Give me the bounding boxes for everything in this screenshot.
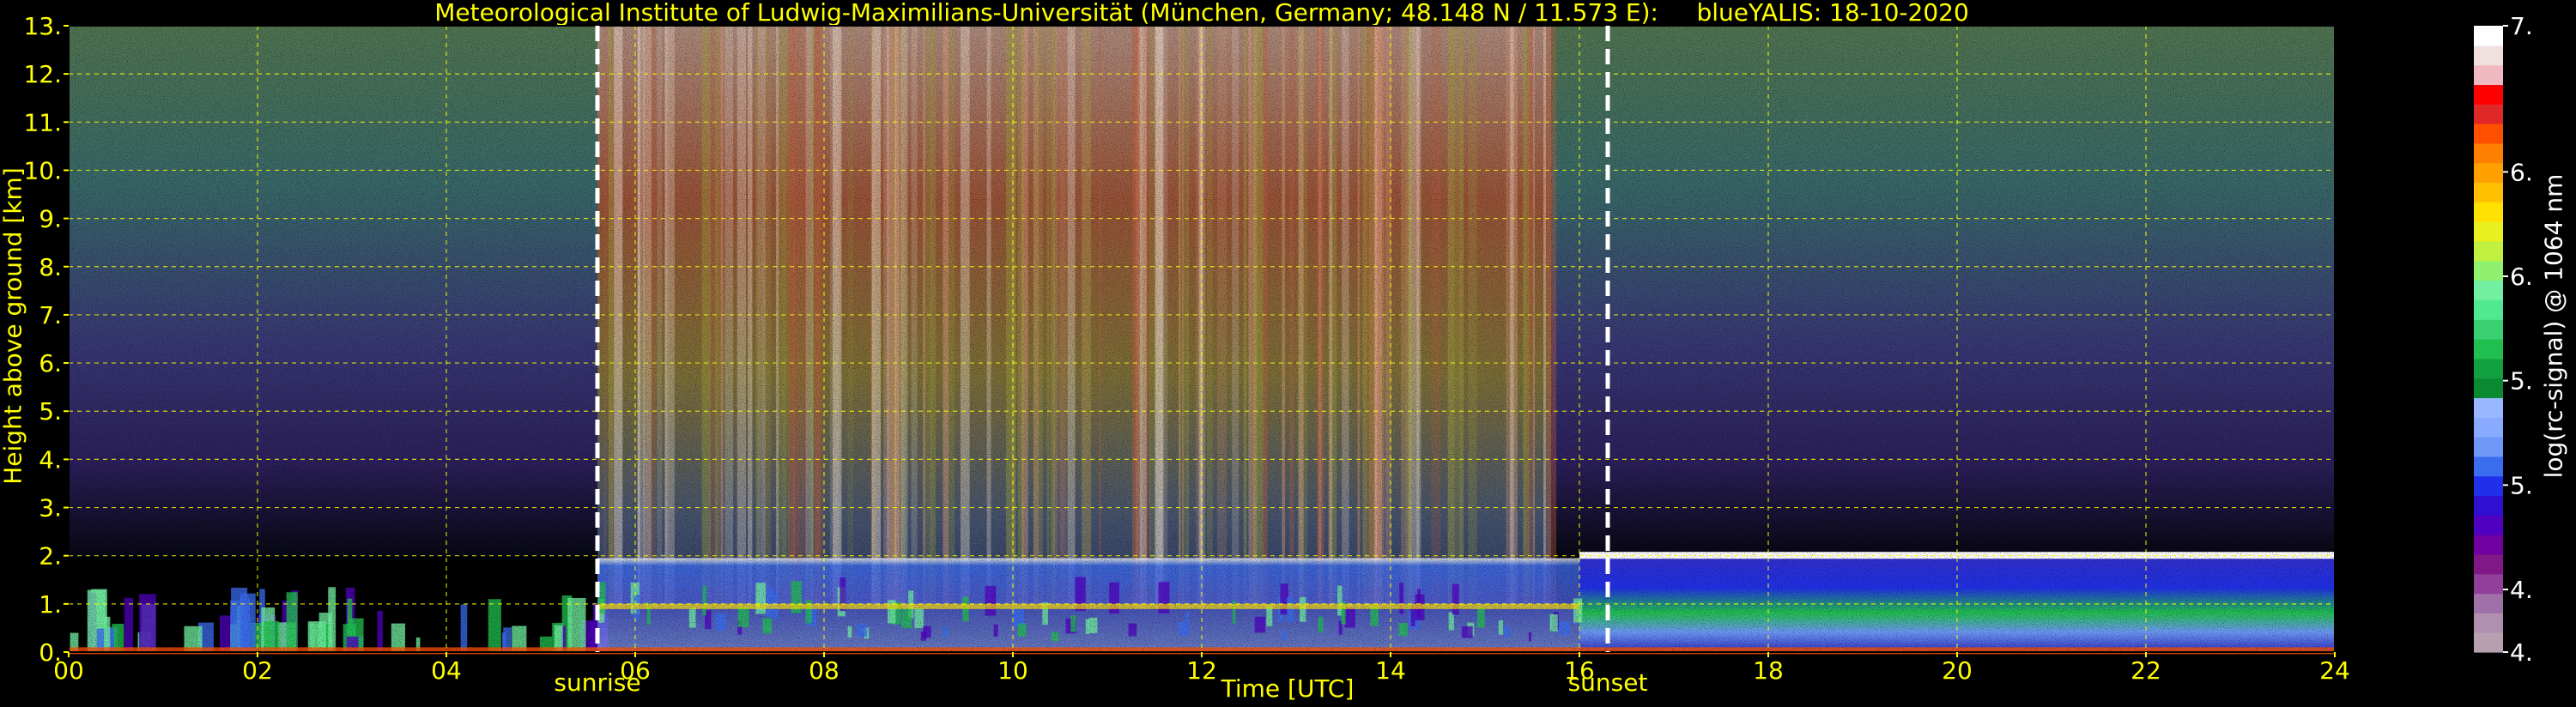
colorbar-tick-label: 6.0 bbox=[2510, 263, 2532, 291]
colorbar-step bbox=[2474, 64, 2503, 86]
colorbar-step bbox=[2474, 437, 2503, 457]
y-axis-label-text: Height above ground [km] bbox=[0, 167, 27, 485]
colorbar-ticks: 4.2 4.5 5.0 5.5 6.0 6.5 7.2 bbox=[2503, 12, 2532, 667]
x-axis-label: Time [UTC] bbox=[1221, 674, 1355, 703]
y-tick-label: 13. bbox=[23, 12, 62, 40]
colorbar-step bbox=[2474, 339, 2503, 360]
y-tick-label: 9. bbox=[39, 205, 62, 233]
colorbar-step bbox=[2474, 299, 2503, 320]
colorbar-steps bbox=[2474, 26, 2503, 653]
y-tick-label: 8. bbox=[39, 253, 62, 281]
colorbar-step bbox=[2474, 456, 2503, 477]
y-tick-label: 2. bbox=[39, 542, 62, 571]
y-tick-label: 1. bbox=[39, 590, 62, 619]
colorbar-step bbox=[2474, 535, 2503, 555]
y-tick-label: 10. bbox=[23, 156, 62, 184]
colorbar-tick-label: 4.2 bbox=[2510, 638, 2532, 667]
colorbar-step bbox=[2474, 182, 2503, 202]
colorbar-step bbox=[2474, 162, 2503, 184]
colorbar-tick-label: 5.5 bbox=[2510, 367, 2532, 396]
colorbar-label-text: log(rc-signal) @ 1064 nm bbox=[2539, 173, 2568, 479]
colorbar-step bbox=[2474, 202, 2503, 222]
y-tick-label: 11. bbox=[23, 108, 62, 136]
colorbar-step bbox=[2474, 515, 2503, 535]
colorbar-label: log(rc-signal) @ 1064 nm bbox=[2532, 0, 2575, 707]
y-tick-label: 0. bbox=[39, 638, 62, 667]
colorbar-step bbox=[2474, 475, 2503, 497]
colorbar-step bbox=[2474, 378, 2503, 399]
colorbar-step bbox=[2474, 613, 2503, 633]
x-tick-label: 22 bbox=[2131, 656, 2161, 685]
colorbar-step bbox=[2474, 26, 2503, 46]
colorbar-step bbox=[2474, 260, 2503, 281]
colorbar-step bbox=[2474, 553, 2503, 575]
colorbar-step bbox=[2474, 397, 2503, 418]
x-tick-label: 16 bbox=[1564, 656, 1595, 685]
y-tick-label: 12. bbox=[23, 60, 62, 88]
lidar-quicklook-chart: sunrise sunset 00 02 04 06 08 10 12 14 16 18 20 22 24… bbox=[23, 12, 2350, 697]
colorbar-step bbox=[2474, 84, 2503, 105]
colorbar-step bbox=[2474, 573, 2503, 595]
colorbar-step bbox=[2474, 104, 2503, 124]
colorbar-step bbox=[2474, 142, 2503, 164]
x-tick-label: 04 bbox=[431, 656, 462, 685]
colorbar-step bbox=[2474, 632, 2503, 653]
colorbar: 4.2 4.5 5.0 5.5 6.0 6.5 7.2 bbox=[2474, 12, 2532, 667]
y-tick-label: 3. bbox=[39, 494, 62, 523]
colorbar-tick-label: 7.2 bbox=[2510, 12, 2532, 40]
y-tick-label: 7. bbox=[39, 301, 62, 329]
x-tick-label: 02 bbox=[242, 656, 273, 685]
x-tick-label: 24 bbox=[2319, 656, 2350, 685]
x-tick-label: 08 bbox=[809, 656, 839, 685]
x-tick-label: 10 bbox=[997, 656, 1028, 685]
y-tick-label: 5. bbox=[39, 397, 62, 426]
colorbar-tick-label: 5.0 bbox=[2510, 471, 2532, 499]
colorbar-step bbox=[2474, 124, 2503, 144]
y-tick-label: 4. bbox=[39, 445, 62, 474]
colorbar-step bbox=[2474, 417, 2503, 438]
x-tick-label: 18 bbox=[1753, 656, 1784, 685]
y-tick-label: 6. bbox=[39, 349, 62, 378]
colorbar-step bbox=[2474, 240, 2503, 262]
colorbar-tick-label: 4.5 bbox=[2510, 576, 2532, 604]
x-tick-label: 20 bbox=[1942, 656, 1973, 685]
colorbar-step bbox=[2474, 280, 2503, 300]
colorbar-tick-label: 6.5 bbox=[2510, 158, 2532, 186]
x-tick-label: 06 bbox=[620, 656, 651, 685]
colorbar-step bbox=[2474, 221, 2503, 242]
colorbar-step bbox=[2474, 495, 2503, 516]
colorbar-step bbox=[2474, 593, 2503, 613]
colorbar-step bbox=[2474, 358, 2503, 379]
y-axis-label: Height above ground [km] bbox=[0, 0, 27, 652]
colorbar-step bbox=[2474, 319, 2503, 340]
colorbar-step bbox=[2474, 45, 2503, 66]
y-axis-ticks: 0. 1. 2. 3. 4. 5. 6. 7. 8. 9. 10. 11. 12. 13. bbox=[23, 12, 69, 667]
